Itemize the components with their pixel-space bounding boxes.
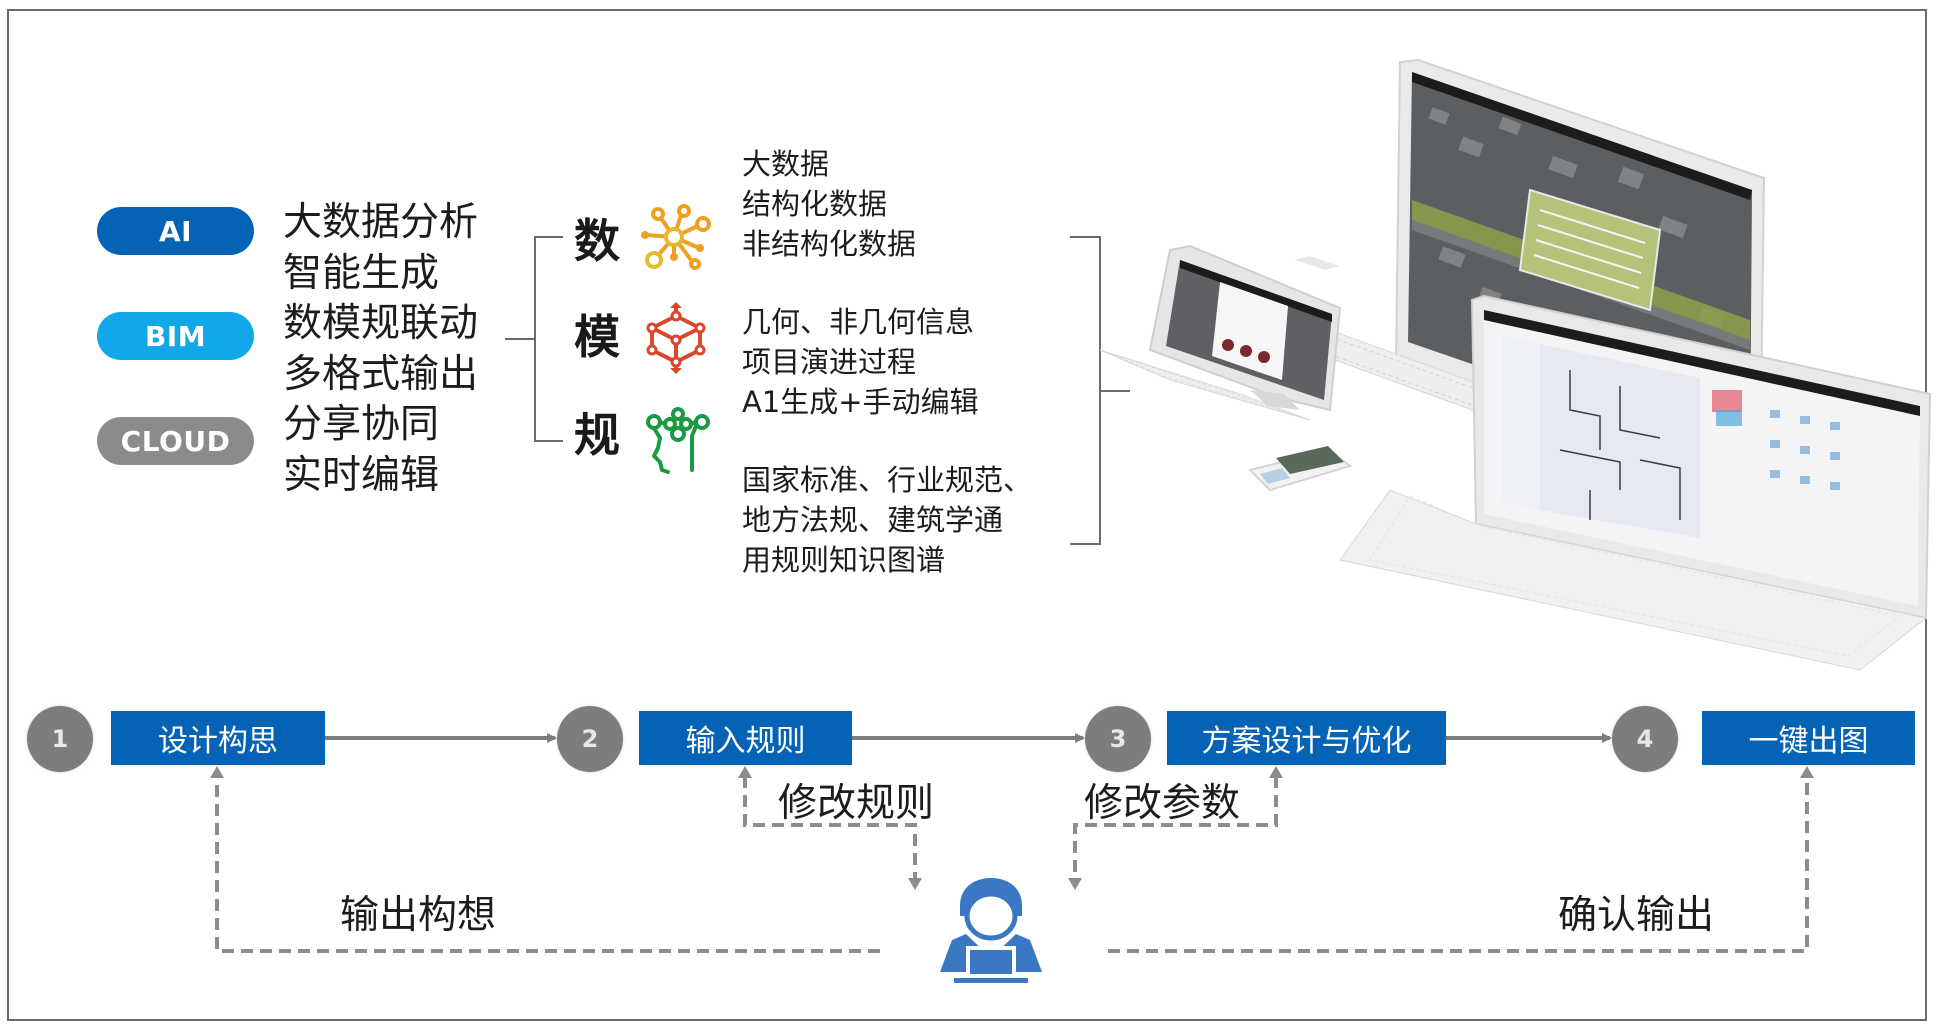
arrowhead-up-step2 [738, 766, 752, 778]
step-3-box: 方案设计与优化 [1167, 711, 1446, 765]
step-4-box: 一键出图 [1702, 711, 1915, 765]
arrowhead-down-user-left [908, 878, 922, 890]
step-4-badge: 4 [1612, 706, 1678, 772]
feedback-modify-params-label: 修改参数 [1084, 781, 1241, 826]
step-1-badge: 1 [27, 706, 93, 772]
arrowhead-up-step3 [1269, 766, 1283, 778]
step-2-box: 输入规则 [639, 711, 852, 765]
arrowhead-up-step1 [210, 766, 224, 778]
feedback-output-concept-label: 输出构想 [340, 893, 497, 938]
user-at-computer-icon [940, 878, 1042, 983]
arrowhead-up-step4 [1800, 766, 1814, 778]
arrowhead-down-user-right [1068, 878, 1082, 890]
step-2-badge: 2 [557, 706, 623, 772]
workflow-connectors [210, 733, 1814, 953]
step-1-box: 设计构思 [111, 711, 325, 765]
feedback-modify-rules-label: 修改规则 [778, 781, 935, 826]
step-3-badge: 3 [1085, 706, 1151, 772]
feedback-confirm-output-label: 确认输出 [1558, 893, 1715, 938]
